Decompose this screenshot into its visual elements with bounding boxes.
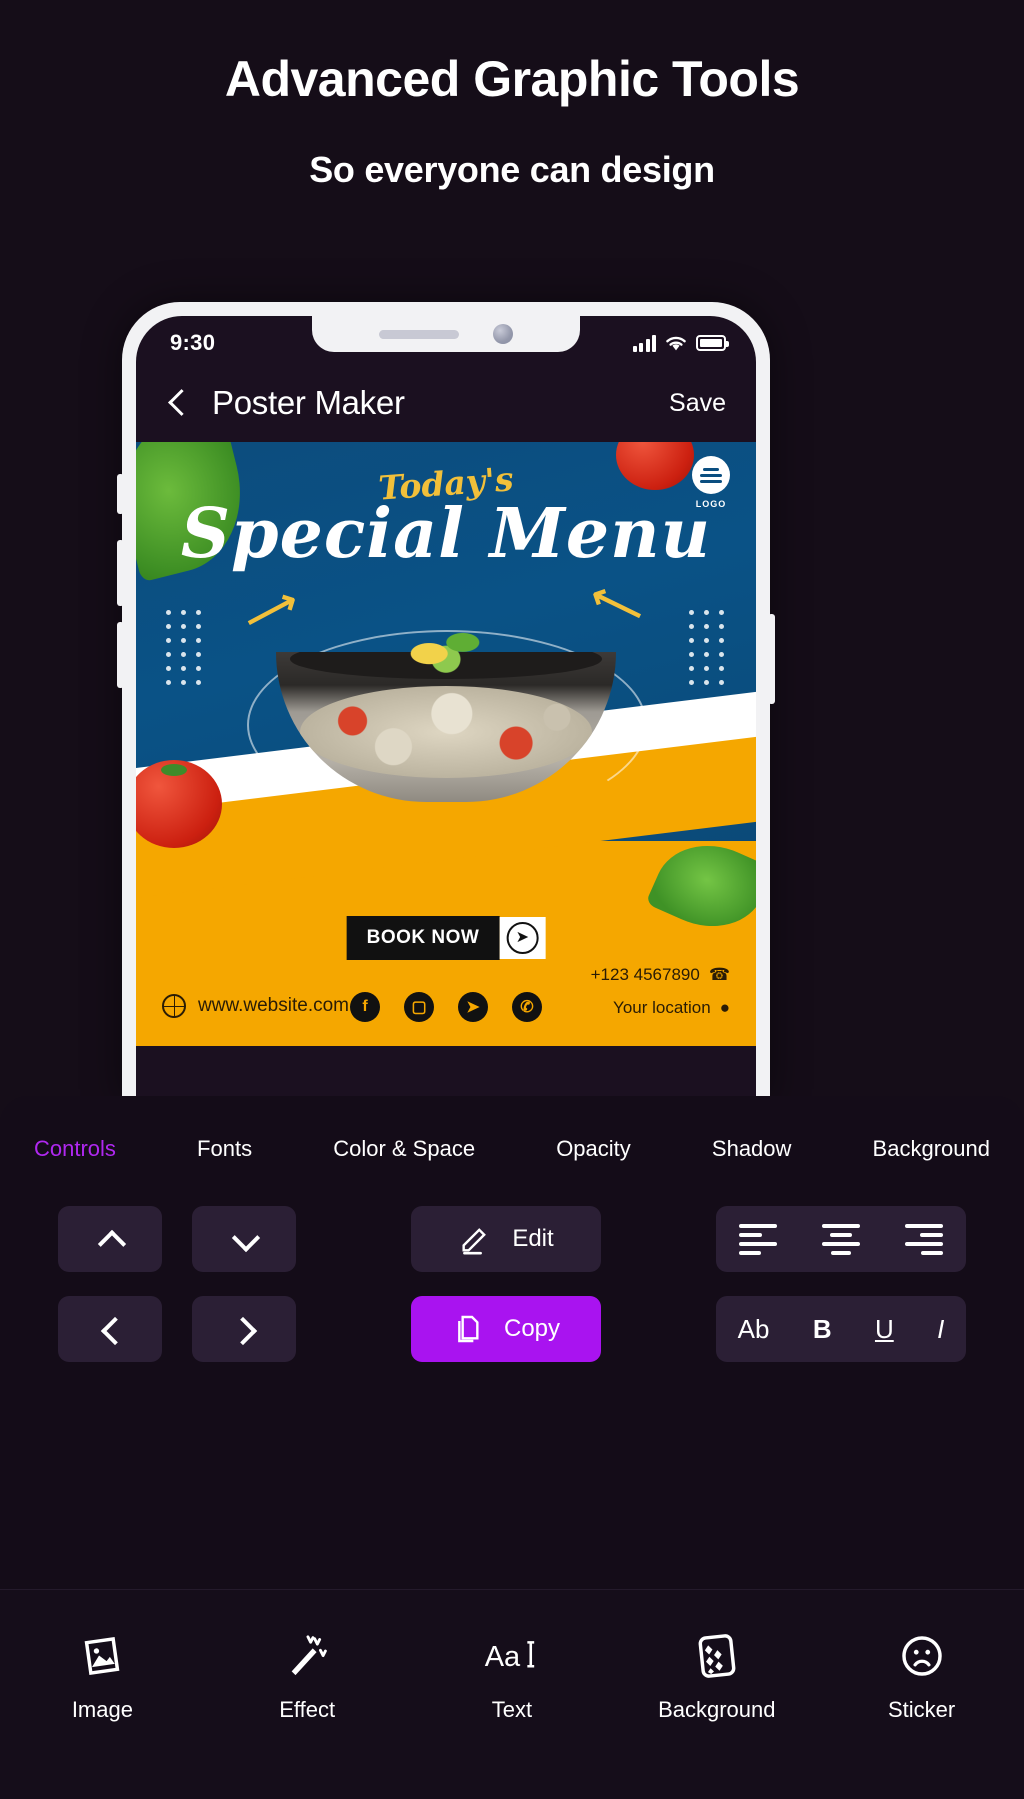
tab-controls[interactable]: Controls [34, 1136, 116, 1162]
promo-subtitle: So everyone can design [309, 149, 715, 190]
align-buttons-group [716, 1206, 966, 1272]
nav-item-sticker[interactable]: Sticker [847, 1625, 997, 1723]
controls-row-2: Copy Ab B U I [0, 1296, 1024, 1362]
controls-row-1: Edit [0, 1206, 1024, 1272]
align-center-icon[interactable] [821, 1223, 860, 1255]
phone-icon: ☎ [708, 965, 730, 985]
instagram-icon[interactable]: ▢ [404, 992, 434, 1022]
magic-wand-icon [232, 1625, 382, 1687]
poster-canvas[interactable]: LOGO Today's Special Menu ⟶ ⟶ BOOK NOW ➤… [136, 442, 756, 1046]
phone-screen: 9:30 Poster Maker Save LOGO Today's Spec… [136, 316, 756, 1102]
phone-power-button [768, 614, 775, 704]
tab-opacity[interactable]: Opacity [556, 1136, 631, 1162]
tab-fonts[interactable]: Fonts [197, 1136, 252, 1162]
move-right-button[interactable] [192, 1296, 296, 1362]
align-left-icon[interactable] [738, 1223, 777, 1255]
promo-header: Advanced Graphic Tools So everyone can d… [0, 0, 1024, 191]
poster-contact-block: +123 4567890 ☎ Your location ● [591, 959, 730, 1024]
food-contents [300, 686, 592, 778]
nudge-buttons-group [58, 1296, 296, 1362]
bold-button[interactable]: B [813, 1314, 832, 1345]
globe-icon [162, 994, 186, 1018]
nav-label-sticker: Sticker [887, 1697, 956, 1722]
copy-icon [458, 1315, 479, 1343]
chevron-right-icon [231, 1316, 257, 1342]
twitter-icon[interactable]: ➤ [458, 992, 488, 1022]
logo-mark-icon [692, 456, 730, 494]
poster-website: www.website.com [162, 994, 349, 1018]
italic-button[interactable]: I [937, 1314, 944, 1345]
nav-label-text: Text [491, 1697, 533, 1722]
dot-grid-decoration [166, 610, 203, 685]
pencil-icon [462, 1228, 487, 1255]
align-right-icon[interactable] [905, 1223, 944, 1255]
battery-full-icon [696, 335, 729, 351]
garnish-icon [404, 620, 488, 676]
phone-volume-down-button [117, 622, 124, 688]
background-pattern-icon [642, 1625, 792, 1687]
nav-item-image[interactable]: Image [27, 1625, 177, 1723]
save-button[interactable]: Save [669, 389, 726, 418]
poster-headline-text[interactable]: Special Menu [181, 494, 711, 574]
website-text: www.website.com [198, 995, 349, 1016]
map-pin-icon: ● [719, 997, 730, 1017]
book-now-button[interactable]: BOOK NOW ➤ [346, 916, 546, 960]
chevron-down-icon [231, 1226, 257, 1252]
text-aa-icon: Aa [437, 1625, 587, 1687]
phone-volume-up-button [117, 540, 124, 606]
contact-phone-row: +123 4567890 ☎ [591, 959, 730, 991]
nav-item-effect[interactable]: Effect [232, 1625, 382, 1723]
book-now-label: BOOK NOW [346, 916, 500, 960]
nav-divider [0, 1589, 1024, 1590]
status-time: 9:30 [170, 330, 216, 355]
phone-mute-button [117, 474, 124, 514]
social-icons-row: f ▢ ➤ ✆ [350, 992, 542, 1022]
bottom-navigation: Image Effect Aa Text Background Sticker [0, 1589, 1024, 1799]
play-arrow-icon: ➤ [499, 917, 546, 959]
nav-label-effect: Effect [279, 1697, 336, 1722]
contact-location-text: Your location [613, 997, 711, 1017]
text-format-group: Ab B U I [716, 1296, 966, 1362]
copy-label: Copy [503, 1315, 561, 1342]
food-bowl-image[interactable] [247, 612, 647, 822]
dot-grid-decoration [689, 610, 726, 685]
chevron-left-icon [97, 1316, 123, 1342]
facebook-icon[interactable]: f [350, 992, 380, 1022]
case-toggle-button[interactable]: Ab [738, 1314, 770, 1345]
move-up-button[interactable] [58, 1206, 162, 1272]
app-title: Poster Maker [212, 384, 405, 421]
svg-text:Aa: Aa [485, 1641, 521, 1673]
phone-mockup: 9:30 Poster Maker Save LOGO Today's Spec… [117, 302, 775, 1102]
app-header: Poster Maker Save [136, 364, 756, 442]
copy-button[interactable]: Copy [411, 1296, 601, 1362]
promo-title: Advanced Graphic Tools [224, 51, 800, 107]
nav-item-background[interactable]: Background [642, 1625, 792, 1723]
signal-bars-icon [632, 334, 656, 352]
move-left-button[interactable] [58, 1296, 162, 1362]
editor-tabs: Controls Fonts Color & Space Opacity Sha… [0, 1096, 1024, 1162]
move-down-button[interactable] [192, 1206, 296, 1272]
edit-button[interactable]: Edit [411, 1206, 601, 1272]
move-buttons-group [58, 1206, 296, 1272]
edit-label: Edit [512, 1225, 554, 1252]
nav-item-text[interactable]: Aa Text [437, 1625, 587, 1723]
contact-phone-text: +123 4567890 [590, 965, 700, 985]
back-chevron-icon[interactable] [164, 390, 190, 416]
image-icon [27, 1625, 177, 1687]
whatsapp-icon[interactable]: ✆ [512, 992, 542, 1022]
status-icons [632, 334, 729, 352]
sticker-face-icon [847, 1625, 997, 1687]
underline-button[interactable]: U [875, 1314, 894, 1345]
chevron-up-icon [97, 1226, 123, 1252]
tab-color-and-space[interactable]: Color & Space [333, 1136, 475, 1162]
contact-location-row: Your location ● [591, 992, 730, 1024]
nav-label-background: Background [658, 1697, 776, 1722]
nav-label-image: Image [71, 1697, 133, 1722]
wifi-icon [666, 336, 686, 350]
status-bar: 9:30 [136, 316, 756, 364]
tab-background[interactable]: Background [873, 1136, 990, 1162]
editor-panel: Controls Fonts Color & Space Opacity Sha… [0, 1096, 1024, 1799]
tab-shadow[interactable]: Shadow [712, 1136, 792, 1162]
